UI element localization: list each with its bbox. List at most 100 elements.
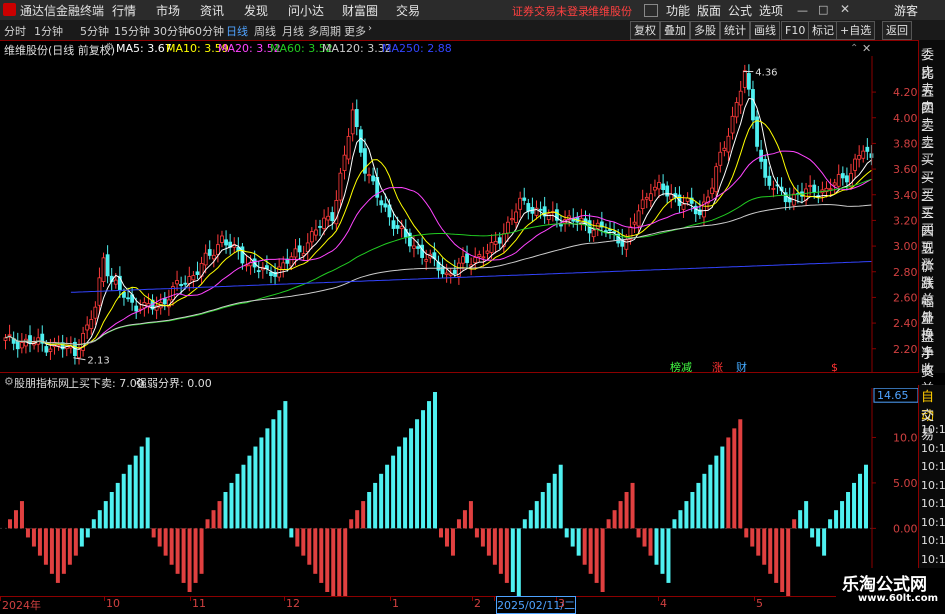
collapse-icon[interactable]: ⌃ bbox=[850, 43, 858, 54]
indicator-bar bbox=[139, 446, 144, 529]
maximize-icon[interactable]: □ bbox=[818, 3, 828, 16]
indicator-bar bbox=[678, 510, 683, 529]
candle-body bbox=[718, 151, 723, 166]
menu-market-2[interactable]: 市场 bbox=[156, 2, 180, 19]
button-back[interactable]: 返回 bbox=[882, 21, 912, 40]
menu-formula[interactable]: 公式 bbox=[728, 2, 752, 19]
period-multi[interactable]: 多周期 bbox=[308, 23, 341, 39]
indicator-bar bbox=[73, 528, 78, 556]
indicator-bar bbox=[474, 528, 479, 538]
login-notice[interactable]: 证券交易未登录 bbox=[512, 3, 589, 19]
candle-body bbox=[305, 242, 310, 253]
candle-body bbox=[763, 158, 768, 178]
period-1min[interactable]: 1分钟 bbox=[34, 23, 63, 39]
trade-time: 10:19 bbox=[921, 441, 945, 455]
indicator-bar bbox=[606, 519, 611, 529]
period-daily[interactable]: 日线 bbox=[226, 23, 248, 39]
close-icon[interactable]: ✕ bbox=[840, 2, 850, 16]
menu-ask[interactable]: 问小达 bbox=[288, 2, 324, 19]
minimize-icon[interactable]: — bbox=[797, 4, 808, 17]
indicator-bar bbox=[13, 510, 18, 529]
candle-body bbox=[648, 193, 653, 202]
menu-trade[interactable]: 交易 bbox=[396, 2, 420, 19]
candle-body bbox=[322, 217, 326, 229]
candle-body bbox=[722, 147, 727, 151]
indicator-bar bbox=[564, 528, 569, 538]
period-monthly[interactable]: 月线 bbox=[282, 23, 304, 39]
menu-layout[interactable]: 版面 bbox=[697, 2, 721, 19]
period-more[interactable]: 更多 bbox=[344, 23, 366, 39]
candle-body bbox=[751, 89, 755, 121]
button-f10[interactable]: F10 bbox=[781, 21, 810, 40]
candle-body bbox=[101, 257, 106, 282]
indicator-bar bbox=[277, 410, 282, 529]
window-icon[interactable] bbox=[644, 4, 658, 17]
period-60min[interactable]: 60分钟 bbox=[188, 23, 224, 39]
button-draw[interactable]: 画线 bbox=[750, 21, 780, 40]
menu-news[interactable]: 资讯 bbox=[200, 2, 224, 19]
indicator-tick-label: 5.00 bbox=[893, 477, 918, 490]
price-tick-label: 3.40 bbox=[893, 189, 918, 202]
menu-function[interactable]: 功能 bbox=[666, 2, 690, 19]
button-add-favorite[interactable]: +自选 bbox=[836, 21, 876, 40]
trade-time: 10:19 bbox=[921, 478, 945, 492]
menu-discover[interactable]: 发现 bbox=[244, 2, 268, 19]
candle-body bbox=[424, 259, 429, 262]
guest-label[interactable]: 游客 bbox=[894, 2, 918, 19]
indicator-bar bbox=[265, 428, 270, 529]
indicator-bar bbox=[379, 473, 384, 529]
period-30min[interactable]: 30分钟 bbox=[153, 23, 189, 39]
indicator-bar bbox=[61, 528, 66, 574]
x-axis-tick bbox=[190, 597, 191, 601]
indicator-bar bbox=[534, 501, 539, 529]
period-weekly[interactable]: 周线 bbox=[254, 23, 276, 39]
button-mark[interactable]: 标记 bbox=[808, 21, 838, 40]
watermark-url: www.60lt.com bbox=[858, 593, 939, 604]
settings-icon[interactable]: ⚙ bbox=[105, 42, 114, 53]
panel-divider bbox=[0, 372, 918, 373]
indicator-bar bbox=[600, 528, 605, 592]
indicator-bar bbox=[283, 401, 288, 529]
indicator-bar bbox=[594, 528, 599, 583]
indicator-bar bbox=[157, 528, 162, 547]
candle-body bbox=[354, 109, 359, 128]
indicator-bar bbox=[762, 528, 767, 565]
indicator-bar bbox=[109, 492, 114, 529]
candle-body bbox=[836, 174, 841, 187]
indicator-bar bbox=[181, 528, 186, 583]
indicator-bar bbox=[31, 528, 36, 547]
period-5min[interactable]: 5分钟 bbox=[80, 23, 109, 39]
candle-body bbox=[485, 250, 490, 254]
trade-time: 10:19 bbox=[921, 497, 945, 510]
panel-close-icon[interactable]: ✕ bbox=[862, 42, 871, 55]
price-tick-label: 2.80 bbox=[893, 266, 918, 279]
button-stats[interactable]: 统计 bbox=[720, 21, 750, 40]
indicator-settings-icon[interactable]: ⚙ bbox=[4, 375, 14, 388]
menu-market[interactable]: 行情 bbox=[112, 2, 136, 19]
chevron-right-icon[interactable]: › bbox=[368, 23, 372, 34]
button-adjust[interactable]: 复权 bbox=[630, 21, 660, 40]
indicator-bar bbox=[846, 492, 851, 529]
button-overlay[interactable]: 叠加 bbox=[660, 21, 690, 40]
menu-wealth[interactable]: 财富圈 bbox=[342, 2, 378, 19]
price-chart[interactable]: 2.20 2.40 2.60 2.80 3.00 3.20 3.40 3.60 3.80 4.00… bbox=[0, 56, 918, 373]
candle-body bbox=[44, 346, 49, 353]
candle-body bbox=[105, 254, 110, 277]
ma250-label: MA250: 2.88 bbox=[382, 42, 452, 55]
period-timeshare[interactable]: 分时 bbox=[4, 23, 26, 39]
indicator-chart[interactable]: -5.000.005.0010.0014.65 bbox=[0, 388, 918, 596]
price-tick-label: 2.20 bbox=[893, 343, 918, 356]
candle-body bbox=[19, 342, 24, 349]
candle-body bbox=[3, 337, 8, 341]
button-multi-stock[interactable]: 多股 bbox=[690, 21, 720, 40]
ma5-label: MA5: 3.67 bbox=[116, 42, 172, 55]
menu-options[interactable]: 选项 bbox=[759, 2, 783, 19]
indicator-bar bbox=[780, 528, 785, 592]
indicator-bar bbox=[558, 464, 563, 529]
candle-body bbox=[857, 155, 862, 160]
candle-body bbox=[207, 249, 212, 256]
candle-body bbox=[510, 218, 514, 221]
indicator-bar bbox=[768, 528, 773, 574]
period-15min[interactable]: 15分钟 bbox=[114, 23, 150, 39]
price-tick-label: 2.40 bbox=[893, 317, 918, 330]
